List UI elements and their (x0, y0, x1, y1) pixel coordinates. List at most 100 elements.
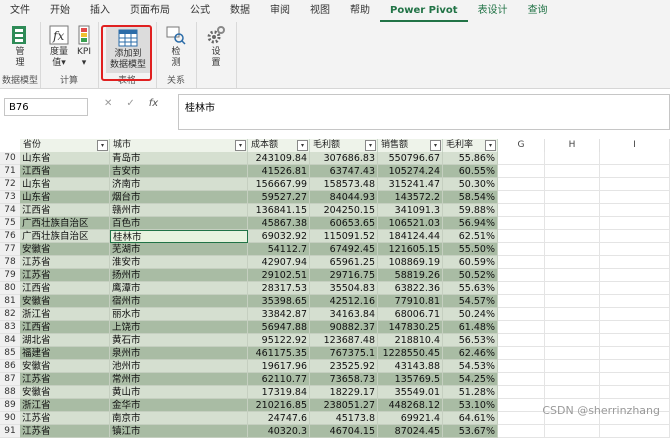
table-cell[interactable]: 307686.83 (310, 152, 378, 165)
empty-cell[interactable] (498, 386, 545, 399)
table-cell[interactable]: 丽水市 (110, 308, 248, 321)
empty-cell[interactable] (545, 152, 600, 165)
table-cell[interactable]: 35504.83 (310, 282, 378, 295)
empty-cell[interactable] (545, 373, 600, 386)
empty-cell[interactable] (600, 282, 670, 295)
table-cell[interactable]: 204250.15 (310, 204, 378, 217)
column-header[interactable]: 城市 ▾ (110, 139, 248, 152)
table-cell[interactable]: 59527.27 (248, 191, 310, 204)
table-cell[interactable]: 17319.84 (248, 386, 310, 399)
empty-cell[interactable] (498, 321, 545, 334)
column-header[interactable]: 毛利率 ▾ (443, 139, 498, 152)
empty-cell[interactable] (600, 256, 670, 269)
table-cell[interactable]: 金华市 (110, 399, 248, 412)
column-letter[interactable]: I (600, 139, 670, 152)
empty-cell[interactable] (545, 386, 600, 399)
table-cell[interactable]: 73658.73 (310, 373, 378, 386)
row-number[interactable]: 82 (0, 308, 20, 321)
empty-cell[interactable] (600, 360, 670, 373)
empty-cell[interactable] (600, 373, 670, 386)
table-cell[interactable]: 江苏省 (20, 269, 110, 282)
table-cell[interactable]: 江苏省 (20, 425, 110, 438)
empty-cell[interactable] (600, 321, 670, 334)
table-cell[interactable]: 121605.15 (378, 243, 443, 256)
table-cell[interactable]: 210216.85 (248, 399, 310, 412)
table-cell[interactable]: 62110.77 (248, 373, 310, 386)
table-cell[interactable]: 安徽省 (20, 295, 110, 308)
column-header[interactable]: 毛利额 ▾ (310, 139, 378, 152)
table-cell[interactable]: 59.88% (443, 204, 498, 217)
table-cell[interactable]: 105274.24 (378, 165, 443, 178)
table-cell[interactable]: 33842.87 (248, 308, 310, 321)
table-cell[interactable]: 143572.2 (378, 191, 443, 204)
empty-cell[interactable] (545, 230, 600, 243)
empty-cell[interactable] (545, 204, 600, 217)
row-number[interactable]: 88 (0, 386, 20, 399)
table-cell[interactable]: 62.46% (443, 347, 498, 360)
table-cell[interactable]: 23525.92 (310, 360, 378, 373)
tab-4[interactable]: 公式 (180, 0, 220, 22)
tab-1[interactable]: 开始 (40, 0, 80, 22)
table-cell[interactable]: 56.94% (443, 217, 498, 230)
row-number[interactable]: 70 (0, 152, 20, 165)
table-cell[interactable]: 扬州市 (110, 269, 248, 282)
table-cell[interactable]: 桂林市 (110, 230, 248, 243)
empty-cell[interactable] (545, 425, 600, 438)
table-cell[interactable]: 池州市 (110, 360, 248, 373)
table-cell[interactable]: 黄石市 (110, 334, 248, 347)
table-cell[interactable]: 43143.88 (378, 360, 443, 373)
row-number[interactable]: 87 (0, 373, 20, 386)
row-number[interactable]: 73 (0, 191, 20, 204)
table-cell[interactable]: 江西省 (20, 204, 110, 217)
empty-cell[interactable] (600, 308, 670, 321)
table-cell[interactable]: 218810.4 (378, 334, 443, 347)
column-header[interactable]: 销售额 ▾ (378, 139, 443, 152)
tab-8[interactable]: 帮助 (340, 0, 380, 22)
tab-6[interactable]: 审阅 (260, 0, 300, 22)
table-cell[interactable]: 安徽省 (20, 386, 110, 399)
table-cell[interactable]: 泉州市 (110, 347, 248, 360)
manage-button[interactable]: 管 理 (6, 24, 34, 69)
empty-cell[interactable] (498, 334, 545, 347)
table-cell[interactable]: 87024.45 (378, 425, 443, 438)
table-cell[interactable]: 鹰潭市 (110, 282, 248, 295)
table-cell[interactable]: 106521.03 (378, 217, 443, 230)
table-cell[interactable]: 山东省 (20, 191, 110, 204)
table-cell[interactable]: 安徽省 (20, 243, 110, 256)
empty-cell[interactable] (498, 282, 545, 295)
empty-cell[interactable] (600, 334, 670, 347)
table-cell[interactable]: 60653.65 (310, 217, 378, 230)
table-cell[interactable]: 55.86% (443, 152, 498, 165)
row-number[interactable]: 81 (0, 295, 20, 308)
table-cell[interactable]: 61.48% (443, 321, 498, 334)
table-cell[interactable]: 147830.25 (378, 321, 443, 334)
empty-cell[interactable] (545, 321, 600, 334)
table-cell[interactable]: 77910.81 (378, 295, 443, 308)
table-cell[interactable]: 山东省 (20, 178, 110, 191)
filter-dropdown-icon[interactable]: ▾ (430, 140, 441, 151)
tab-3[interactable]: 页面布局 (120, 0, 180, 22)
empty-cell[interactable] (498, 230, 545, 243)
row-number[interactable]: 71 (0, 165, 20, 178)
tab-11[interactable]: 查询 (518, 0, 558, 22)
empty-cell[interactable] (498, 256, 545, 269)
row-number[interactable]: 83 (0, 321, 20, 334)
tab-2[interactable]: 插入 (80, 0, 120, 22)
empty-cell[interactable] (600, 243, 670, 256)
column-header[interactable]: 成本额 ▾ (248, 139, 310, 152)
kpi-button[interactable]: KPI ▾ (74, 24, 94, 69)
empty-cell[interactable] (545, 347, 600, 360)
table-cell[interactable]: 广西壮族自治区 (20, 230, 110, 243)
empty-cell[interactable] (498, 360, 545, 373)
empty-cell[interactable] (600, 204, 670, 217)
tab-0[interactable]: 文件 (0, 0, 40, 22)
table-cell[interactable]: 123687.48 (310, 334, 378, 347)
table-cell[interactable]: 135769.5 (378, 373, 443, 386)
table-cell[interactable]: 42512.16 (310, 295, 378, 308)
table-cell[interactable]: 136841.15 (248, 204, 310, 217)
row-number[interactable]: 74 (0, 204, 20, 217)
table-cell[interactable]: 56.53% (443, 334, 498, 347)
table-cell[interactable]: 江西省 (20, 165, 110, 178)
table-cell[interactable]: 35549.01 (378, 386, 443, 399)
table-cell[interactable]: 湖北省 (20, 334, 110, 347)
